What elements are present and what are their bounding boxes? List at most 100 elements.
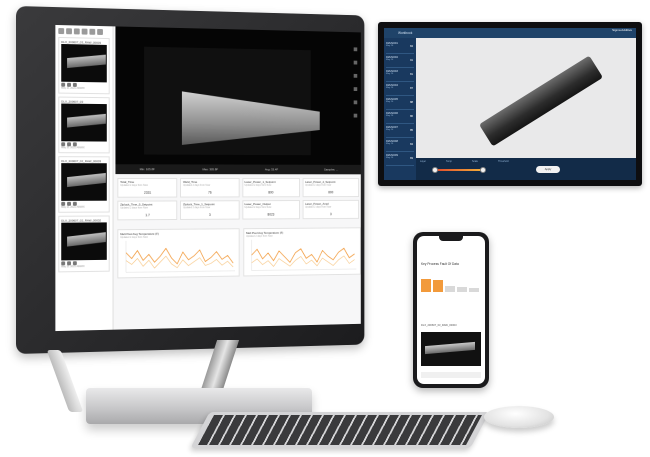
phone-bar-chart	[421, 276, 481, 292]
sort-icon[interactable]	[74, 28, 80, 34]
specimen-viewer[interactable]: Min: 105.8F Max: 305.8F Avg: 33.4F Sampl…	[115, 26, 360, 174]
viewer-label: Avg: 33.4F	[265, 168, 278, 172]
sample-card[interactable]: DLX_200607_03_RAW_00003 May 21 2021 AM/MX	[58, 37, 109, 94]
part-list-item[interactable]: DMLS0006 May 26 86	[386, 112, 414, 124]
stat-card[interactable]: Laser_Power_2_Setpoint Updated 2 days fro…	[302, 178, 359, 197]
desktop-monitor: DLX_200607_03_RAW_00003 May 21 2021 AM/MX…	[16, 6, 364, 354]
part-metric: 87	[410, 87, 413, 90]
stat-subtitle: Updated 2 days from Now	[245, 184, 297, 187]
stat-card[interactable]: Ziplock_Time_0_Setpoint Updated 2 days fr…	[117, 200, 177, 220]
viewer-label: Max: 305.8F	[203, 167, 219, 171]
tab-workbook[interactable]: Workbook	[398, 31, 412, 35]
rotate-icon[interactable]	[354, 87, 358, 91]
filter-icon[interactable]	[66, 28, 72, 34]
sample-thumbnail	[61, 104, 107, 142]
temperature-chart-left[interactable]: Melt Pool Avg Temperature (F) Updated 2 …	[117, 228, 239, 278]
part-list-item[interactable]: DMLS0004 May 26 87	[386, 84, 414, 96]
stat-card[interactable]: Laser_Power_Output Updated 2 days from No…	[242, 200, 300, 219]
phone-chart-title: Key Process Fault Of Data	[421, 262, 459, 266]
stat-value: 3	[181, 213, 238, 217]
info-icon[interactable]	[73, 142, 77, 146]
reset-view-icon[interactable]	[354, 100, 358, 104]
part-list-item[interactable]: DMLS0003 May 26 81	[386, 70, 414, 82]
view-icon[interactable]	[61, 201, 65, 205]
part-list-item[interactable]: DMLS0002 May 26 91	[386, 56, 414, 68]
part-list-sidebar: DMLS0001 May 26 84 DMLS0002 May 26 91 DMLS0003…	[384, 28, 416, 180]
grid-icon[interactable]	[82, 29, 88, 35]
sample-card[interactable]: DLX_200607_02_RAW_00003 May 21 2021 AM/MX	[58, 156, 109, 213]
pan-icon[interactable]	[354, 74, 358, 78]
zoom-out-icon[interactable]	[354, 61, 358, 65]
zoom-in-icon[interactable]	[354, 47, 358, 51]
apply-button[interactable]: Apply	[536, 166, 560, 173]
download-icon[interactable]	[67, 82, 71, 86]
part-list-item[interactable]: DMLS0008 May 26 84	[386, 140, 414, 152]
sample-card-list: DLX_200607_03_RAW_00003 May 21 2021 AM/MX…	[58, 37, 109, 272]
sample-sidebar: DLX_200607_03_RAW_00003 May 21 2021 AM/MX…	[55, 25, 113, 331]
range-slider-track[interactable]	[434, 169, 484, 171]
part-metric: 88	[410, 101, 413, 104]
phone-bar	[421, 279, 431, 292]
sample-thumbnail	[61, 44, 107, 82]
download-icon[interactable]	[67, 142, 71, 146]
phone-screen: Key Process Fault Of Data DLX_200607_03_…	[417, 236, 485, 384]
range-slider-max-handle[interactable]	[480, 167, 486, 173]
info-icon[interactable]	[73, 201, 77, 205]
wide-monitor: DMLS0001 May 26 84 DMLS0002 May 26 91 DMLS0003…	[378, 22, 642, 186]
range-slider-min-handle[interactable]	[432, 167, 438, 173]
sample-card[interactable]: DLX_200607_02_RAW_00002 May 21 2021 AM/MX	[58, 215, 109, 272]
viewer-toolbar	[354, 47, 359, 117]
stat-card[interactable]: Laser_Power_Ampl Updated 2 days from Now 3	[302, 200, 359, 219]
stat-card[interactable]: Weld_Time Updated 2 days from Now 76	[180, 178, 239, 197]
sample-card-date: May 21 2021 AM/MX	[61, 206, 107, 210]
mouse	[484, 406, 554, 428]
phone-card-footer	[421, 372, 481, 378]
stat-card[interactable]: Total_Time Updated 2 days from Now 2331	[117, 178, 177, 198]
stat-subtitle: Updated 2 days from Now	[120, 206, 174, 209]
chart-row: Melt Pool Avg Temperature (F) Updated 2 …	[117, 227, 359, 278]
control-label: Layer	[420, 160, 426, 163]
download-icon[interactable]	[67, 201, 71, 205]
sample-thumbnail	[61, 163, 107, 201]
list-icon[interactable]	[89, 29, 95, 35]
download-icon[interactable]	[67, 261, 71, 265]
refresh-icon[interactable]	[97, 29, 103, 35]
main-panel: Min: 105.8F Max: 305.8F Avg: 33.4F Sampl…	[115, 26, 360, 329]
sample-card-date: May 21 2021 AM/MX	[61, 265, 107, 270]
part-list-item[interactable]: DMLS0001 May 26 84	[386, 42, 414, 54]
viewer-label: Samples: ...	[324, 168, 338, 172]
wide-controls: Layer Temp Scale Threshold Apply	[416, 158, 636, 180]
part-list-item[interactable]: DMLS0005 May 26 88	[386, 98, 414, 110]
temperature-line-chart	[246, 237, 358, 275]
specimen-part	[182, 91, 320, 145]
viewer-stats-bar: Min: 105.8F Max: 305.8F Avg: 33.4F Sampl…	[115, 164, 360, 174]
info-icon[interactable]	[73, 82, 77, 86]
view-icon[interactable]	[61, 261, 65, 265]
stat-card[interactable]: Ziplock_Time_1_Setpoint Updated 2 days fr…	[180, 200, 239, 220]
stat-subtitle: Updated 2 days from Now	[183, 184, 236, 187]
view-icon[interactable]	[61, 142, 65, 146]
phone: Key Process Fault Of Data DLX_200607_03_…	[413, 232, 489, 388]
stat-subtitle: Updated 2 days from Now	[120, 184, 174, 187]
phone-specimen-image[interactable]	[421, 332, 481, 366]
3d-part-render[interactable]	[479, 56, 603, 147]
part-metric: 86	[410, 115, 413, 118]
sample-card[interactable]: DLX_200607_03 May 21 2021 AM/MX	[58, 97, 109, 154]
part-list-item[interactable]: DMLS0007 May 26 85	[386, 126, 414, 138]
info-icon[interactable]	[73, 261, 77, 265]
control-label: Threshold	[498, 160, 509, 163]
stat-value: 3	[303, 212, 358, 216]
brand-logo: Sigma Additive	[612, 29, 632, 33]
phone-bar	[445, 286, 455, 292]
stat-grid: Total_Time Updated 2 days from Now 2331 Wel…	[117, 178, 359, 220]
stat-card[interactable]: Laser_Power_1_Setpoint Updated 2 days fro…	[242, 178, 300, 197]
menu-icon[interactable]	[58, 28, 64, 34]
part-list-item[interactable]: DMLS0009 May 26 83	[386, 154, 414, 166]
phone-bar	[433, 280, 443, 292]
wide-header: Workbook Sigma Additive	[384, 28, 636, 38]
stat-value: 800	[243, 191, 299, 195]
view-icon[interactable]	[61, 82, 65, 86]
stat-value: 2331	[118, 191, 176, 195]
temperature-chart-right[interactable]: Melt Pool Avg Temperature (F) Updated 2 …	[243, 227, 360, 276]
fullscreen-icon[interactable]	[354, 114, 358, 118]
